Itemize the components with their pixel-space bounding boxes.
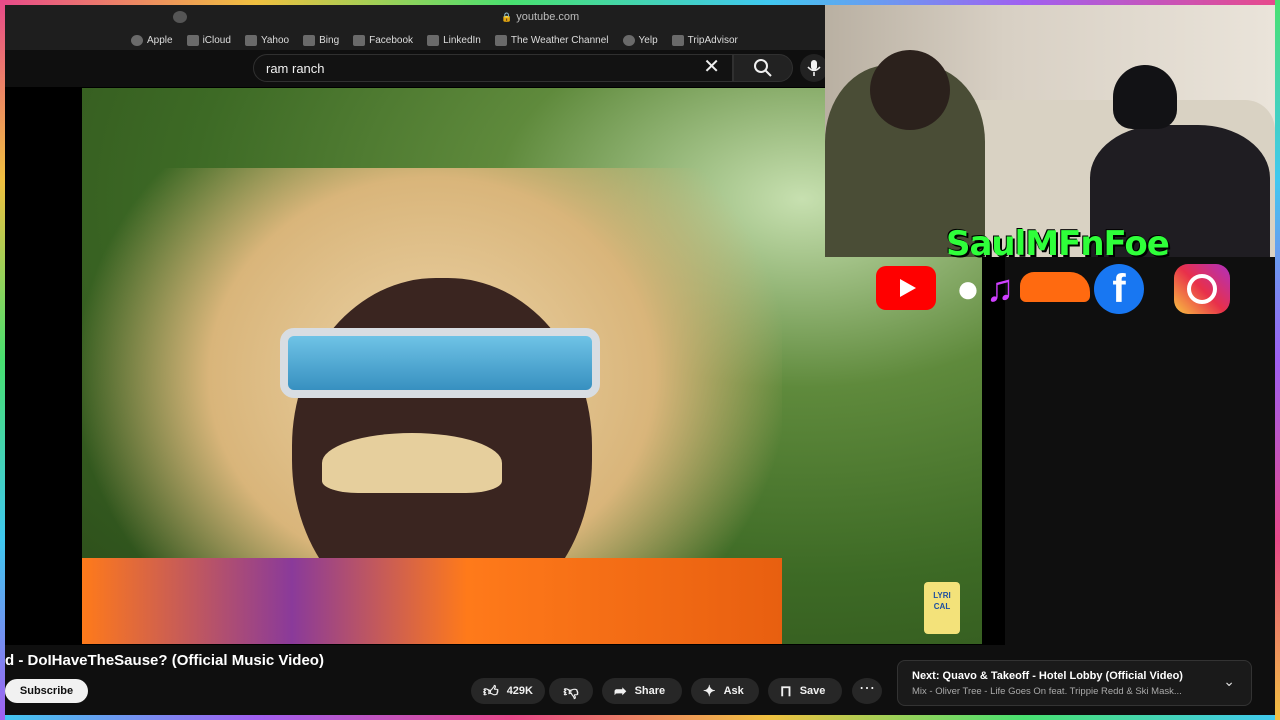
apple-icon	[131, 34, 143, 46]
webcam-overlay	[825, 5, 1275, 257]
clear-search-icon[interactable]: ✕	[703, 57, 720, 77]
lyrical-lemonade-logo: LYRI CAL	[924, 582, 960, 634]
next-video-title: Next: Quavo & Takeoff - Hotel Lobby (Off…	[912, 670, 1183, 682]
video-scene-jacket	[82, 558, 782, 644]
channel-brand-name: SaulMFnFoe	[946, 224, 1170, 264]
search-icon	[754, 59, 772, 77]
webcam-person-right-head	[1113, 65, 1177, 129]
next-video-card[interactable]: Next: Quavo & Takeoff - Hotel Lobby (Off…	[897, 660, 1252, 706]
bookmarks-bar: Apple iCloud Yahoo Bing Facebook LinkedI…	[5, 30, 825, 50]
url-text[interactable]: youtube.com	[501, 11, 579, 23]
soundcloud-icon	[1020, 272, 1090, 302]
weather-channel-icon	[494, 34, 507, 46]
dislike-button[interactable]: 👎︎	[549, 678, 593, 704]
video-scene-sunglasses	[280, 328, 600, 398]
bing-icon	[303, 34, 316, 46]
sparkle-icon: ✦	[703, 682, 716, 700]
bookmark-bing[interactable]: Bing	[303, 34, 339, 46]
more-actions-button[interactable]: ⋯	[852, 678, 882, 704]
privacy-shield-icon[interactable]	[173, 11, 187, 23]
bookmark-tripadvisor[interactable]: TripAdvisor	[671, 34, 738, 46]
bookmark-linkedin[interactable]: LinkedIn	[427, 34, 481, 46]
voice-search-button[interactable]	[800, 54, 828, 82]
browser-address-bar[interactable]: youtube.com	[5, 5, 825, 30]
bookmark-icon: ⊓	[780, 682, 792, 700]
facebook-icon: f	[1094, 264, 1144, 314]
search-input[interactable]: ram ranch ✕	[253, 54, 733, 82]
bookmark-yahoo[interactable]: Yahoo	[244, 34, 289, 46]
like-count: 429K	[506, 685, 533, 697]
chevron-down-icon[interactable]: ⌄	[1223, 673, 1235, 690]
like-button[interactable]: 👍︎ 429K	[471, 678, 545, 704]
next-video-subtitle: Mix - Oliver Tree - Life Goes On feat. T…	[912, 686, 1182, 697]
share-arrow-icon: ➦	[614, 682, 627, 700]
tripadvisor-icon	[671, 34, 684, 46]
search-query[interactable]: ram ranch	[266, 61, 325, 76]
more-dots-icon: ⋯	[859, 680, 875, 697]
youtube-header: ram ranch ✕	[5, 50, 828, 87]
search-button[interactable]	[733, 54, 793, 82]
video-title: d - DoIHaveTheSause? (Official Music Vid…	[5, 652, 324, 669]
yahoo-icon	[244, 34, 257, 46]
youtube-icon	[876, 266, 936, 310]
microphone-icon	[807, 60, 821, 76]
thumbs-up-icon: 👍︎	[483, 682, 499, 700]
bookmark-apple[interactable]: Apple	[131, 34, 173, 46]
save-button[interactable]: ⊓ Save	[768, 678, 842, 704]
rainbow-border-bottom	[0, 715, 1280, 720]
bookmark-facebook[interactable]: Facebook	[353, 34, 413, 46]
music-note-icon: ♫	[985, 267, 1015, 310]
ask-button[interactable]: ✦ Ask	[691, 678, 759, 704]
icloud-icon	[186, 34, 199, 46]
yelp-icon	[622, 34, 635, 46]
share-button[interactable]: ➦ Share	[602, 678, 682, 704]
video-scene-mustache	[322, 433, 502, 493]
facebook-icon	[353, 34, 366, 46]
bookmark-icloud[interactable]: iCloud	[186, 34, 231, 46]
webcam-person-left-head	[870, 50, 950, 130]
bookmark-weather-channel[interactable]: The Weather Channel	[494, 34, 609, 46]
subscribe-button[interactable]: Subscribe	[5, 679, 88, 703]
instagram-icon	[1174, 264, 1230, 314]
thumbs-down-icon: 👎︎	[563, 682, 579, 700]
linkedin-icon	[427, 34, 440, 46]
rainbow-border-right	[1275, 0, 1280, 720]
bookmark-yelp[interactable]: Yelp	[622, 34, 658, 46]
